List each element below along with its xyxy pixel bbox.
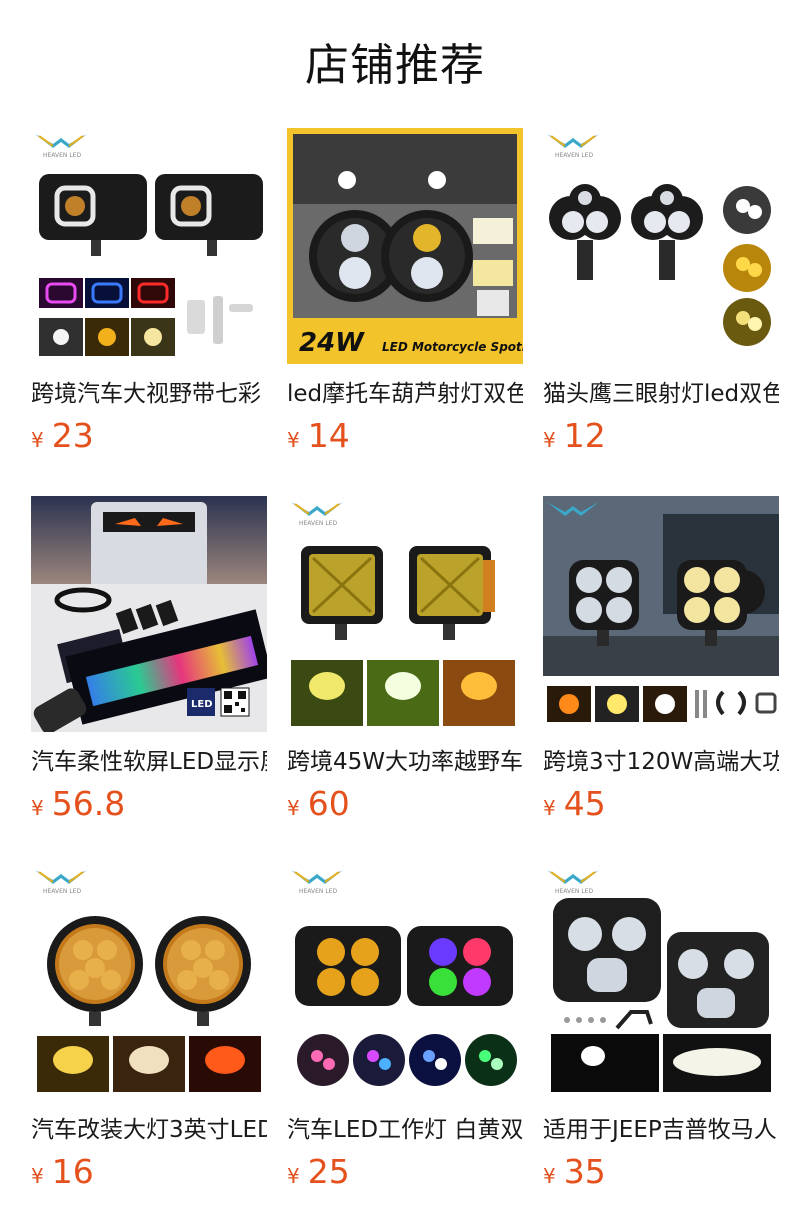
product-card[interactable]: HEAVEN LED (31, 864, 267, 1204)
product-name[interactable]: led摩托车葫芦射灯双色 (287, 377, 523, 411)
product-name[interactable]: 汽车LED工作灯 白黄双色 (287, 1113, 523, 1147)
product-price: ¥45 (543, 782, 606, 826)
product-price: ¥35 (543, 1150, 606, 1194)
product-image[interactable]: HEAVEN LED (287, 864, 523, 1100)
product-card[interactable]: HEAVEN LED (287, 864, 523, 1204)
product-card[interactable]: LED 汽车柔性软屏LED显示屏 ¥56.8 (31, 496, 267, 836)
product-image[interactable]: HEAVEN LED (543, 864, 779, 1100)
product-price: ¥56.8 (31, 782, 125, 826)
product-image[interactable]: HEAVEN LED (543, 128, 779, 364)
brand-logo-icon (291, 502, 343, 516)
currency-symbol: ¥ (543, 796, 556, 820)
brand-mark: HEAVEN LED (299, 520, 337, 527)
currency-symbol: ¥ (31, 1164, 44, 1188)
price-amount: 16 (51, 1152, 94, 1191)
banner-wattage: 24W (299, 328, 365, 358)
product-price: ¥16 (31, 1150, 94, 1194)
brand-mark: HEAVEN LED (43, 152, 81, 159)
price-amount: 56.8 (51, 784, 126, 823)
product-name[interactable]: 汽车柔性软屏LED显示屏 (31, 745, 267, 779)
product-image[interactable] (543, 496, 779, 732)
currency-symbol: ¥ (31, 796, 44, 820)
product-card[interactable]: HEAVEN LED (543, 128, 779, 468)
price-amount: 60 (307, 784, 350, 823)
product-card[interactable]: HEAVEN LED (31, 128, 267, 468)
brand-mark: HEAVEN LED (43, 888, 81, 895)
product-image[interactable]: HEAVEN LED (287, 496, 523, 732)
product-price: ¥14 (287, 414, 350, 458)
price-amount: 12 (563, 416, 606, 455)
product-price: ¥60 (287, 782, 350, 826)
product-price: ¥23 (31, 414, 94, 458)
currency-symbol: ¥ (543, 1164, 556, 1188)
brand-logo-icon (35, 870, 87, 884)
brand-logo-icon (547, 870, 599, 884)
currency-symbol: ¥ (543, 428, 556, 452)
brand-logo-icon (547, 134, 599, 148)
product-name[interactable]: 跨境汽车大视野带七彩 (31, 377, 267, 411)
product-name[interactable]: 跨境45W大功率越野车灯 (287, 745, 523, 779)
currency-symbol: ¥ (31, 428, 44, 452)
brand-logo-icon (35, 134, 87, 148)
price-amount: 25 (307, 1152, 350, 1191)
product-image[interactable]: 24W LED Motorcycle Spotlight (287, 128, 523, 364)
brand-logo-icon (291, 870, 343, 884)
banner-caption: LED Motorcycle Spotlight (382, 340, 523, 354)
product-image[interactable]: LED (31, 496, 267, 732)
product-name[interactable]: 适用于JEEP吉普牧马人 (543, 1113, 779, 1147)
product-image[interactable]: HEAVEN LED (31, 864, 267, 1100)
currency-symbol: ¥ (287, 428, 300, 452)
product-card[interactable]: 24W LED Motorcycle Spotlight led摩托车葫芦射灯双… (287, 128, 523, 468)
price-amount: 45 (563, 784, 606, 823)
product-image[interactable]: HEAVEN LED (31, 128, 267, 364)
product-card[interactable]: HEAVEN LED 跨境45W大功率越野车灯 ¥60 (287, 496, 523, 836)
product-card[interactable]: 跨境3寸120W高端大功率 ¥45 (543, 496, 779, 836)
product-name[interactable]: 汽车改装大灯3英寸LED (31, 1113, 267, 1147)
brand-mark: HEAVEN LED (299, 888, 337, 895)
currency-symbol: ¥ (287, 796, 300, 820)
price-amount: 35 (563, 1152, 606, 1191)
product-card[interactable]: HEAVEN LED 适用于JEEP吉普牧马人 ¥ 35 (543, 864, 779, 1204)
brand-mark: HEAVEN LED (555, 888, 593, 895)
page-title: 店铺推荐 (305, 40, 485, 91)
product-name[interactable]: 跨境3寸120W高端大功率 (543, 745, 779, 779)
price-amount: 14 (307, 416, 350, 455)
product-price: ¥25 (287, 1150, 350, 1194)
currency-symbol: ¥ (287, 1164, 300, 1188)
price-amount: 23 (51, 416, 94, 455)
screen-tag: LED (191, 699, 213, 710)
product-name[interactable]: 猫头鹰三眼射灯led双色 (543, 377, 779, 411)
product-price: ¥12 (543, 414, 606, 458)
brand-mark: HEAVEN LED (555, 152, 593, 159)
